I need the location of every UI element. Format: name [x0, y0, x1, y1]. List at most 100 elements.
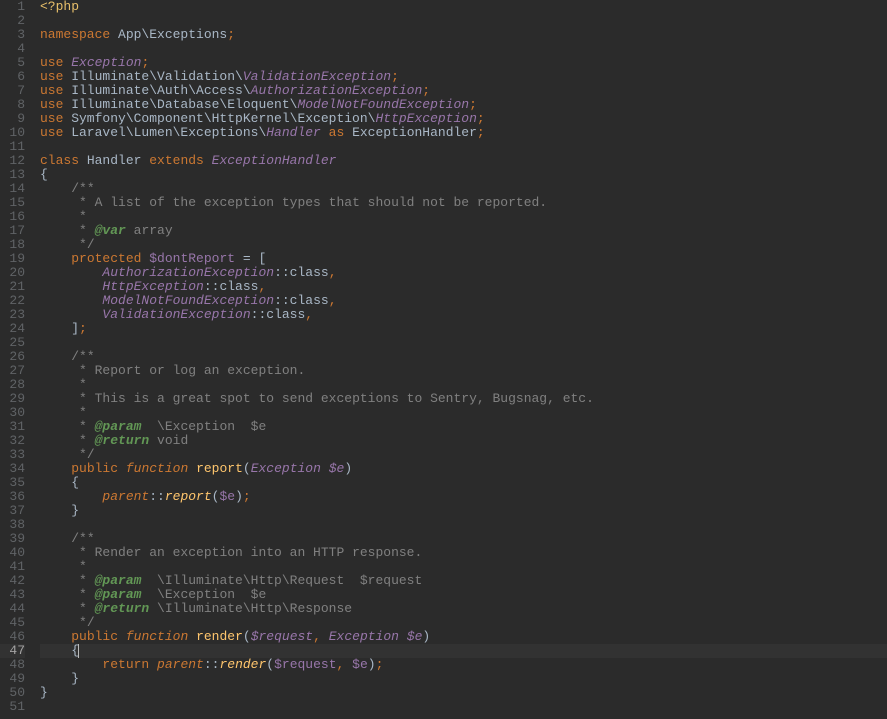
code-line[interactable]: }: [40, 504, 887, 518]
token: *: [71, 601, 94, 616]
code-line[interactable]: * @param \Exception $e: [40, 588, 887, 602]
code-line[interactable]: * Report or log an exception.: [40, 364, 887, 378]
token: [40, 475, 71, 490]
line-number: 17: [0, 224, 25, 238]
code-line[interactable]: * @return void: [40, 434, 887, 448]
code-line[interactable]: use Symfony\Component\HttpKernel\Excepti…: [40, 112, 887, 126]
code-line[interactable]: <?php: [40, 0, 887, 14]
code-line[interactable]: [40, 700, 887, 714]
token: [40, 573, 71, 588]
token: [188, 629, 196, 644]
token: [40, 643, 71, 658]
token: return: [102, 657, 149, 672]
code-line[interactable]: parent::report($e);: [40, 490, 887, 504]
code-line[interactable]: use Illuminate\Database\Eloquent\ModelNo…: [40, 98, 887, 112]
token: class: [290, 293, 329, 308]
token: ;: [477, 125, 485, 140]
token: Illuminate\Validation\: [63, 69, 242, 84]
line-number: 12: [0, 154, 25, 168]
token: use: [40, 83, 63, 98]
code-line[interactable]: [40, 336, 887, 350]
code-line[interactable]: {: [40, 644, 887, 658]
token: [40, 657, 102, 672]
code-line[interactable]: public function report(Exception $e): [40, 462, 887, 476]
token: [321, 461, 329, 476]
token: ,: [329, 293, 337, 308]
code-line[interactable]: * This is a great spot to send exception…: [40, 392, 887, 406]
code-line[interactable]: */: [40, 238, 887, 252]
line-number: 7: [0, 84, 25, 98]
code-line[interactable]: use Illuminate\Auth\Access\Authorization…: [40, 84, 887, 98]
line-number: 35: [0, 476, 25, 490]
code-line[interactable]: * @param \Exception $e: [40, 420, 887, 434]
code-line[interactable]: }: [40, 686, 887, 700]
code-line[interactable]: [40, 518, 887, 532]
line-number: 10: [0, 126, 25, 140]
code-line[interactable]: /**: [40, 350, 887, 364]
code-line[interactable]: namespace App\Exceptions;: [40, 28, 887, 42]
code-line[interactable]: [40, 42, 887, 56]
token: [40, 615, 71, 630]
code-line[interactable]: return parent::render($request, $e);: [40, 658, 887, 672]
code-line[interactable]: {: [40, 476, 887, 490]
code-line[interactable]: /**: [40, 182, 887, 196]
token: \Exception $e: [141, 587, 266, 602]
token: $request: [274, 657, 336, 672]
code-line[interactable]: *: [40, 210, 887, 224]
line-number: 11: [0, 140, 25, 154]
code-line[interactable]: class Handler extends ExceptionHandler: [40, 154, 887, 168]
token: @param: [95, 587, 142, 602]
token: *: [71, 559, 87, 574]
token: ::: [251, 307, 267, 322]
code-line[interactable]: ValidationException::class,: [40, 308, 887, 322]
token: $e: [219, 489, 235, 504]
token: report: [196, 461, 243, 476]
code-line[interactable]: *: [40, 406, 887, 420]
line-number: 49: [0, 672, 25, 686]
token: $e: [352, 657, 368, 672]
token: {: [71, 475, 79, 490]
token: [40, 461, 71, 476]
code-line[interactable]: AuthorizationException::class,: [40, 266, 887, 280]
token: ValidationException: [102, 307, 250, 322]
line-number: 1: [0, 0, 25, 14]
code-line[interactable]: * A list of the exception types that sho…: [40, 196, 887, 210]
token: array: [126, 223, 173, 238]
code-line[interactable]: {: [40, 168, 887, 182]
code-line[interactable]: *: [40, 378, 887, 392]
code-editor[interactable]: 1234567891011121314151617181920212223242…: [0, 0, 887, 719]
token: [40, 629, 71, 644]
code-line[interactable]: [40, 140, 887, 154]
code-line[interactable]: */: [40, 448, 887, 462]
code-line[interactable]: * @param \Illuminate\Http\Request $reque…: [40, 574, 887, 588]
code-line[interactable]: [40, 14, 887, 28]
code-line[interactable]: protected $dontReport = [: [40, 252, 887, 266]
code-line[interactable]: use Exception;: [40, 56, 887, 70]
token: Illuminate\Database\Eloquent\: [63, 97, 297, 112]
code-line[interactable]: ];: [40, 322, 887, 336]
token: public: [71, 461, 118, 476]
code-line[interactable]: /**: [40, 532, 887, 546]
token: use: [40, 125, 63, 140]
line-number: 26: [0, 350, 25, 364]
token: [40, 293, 102, 308]
code-line[interactable]: * Render an exception into an HTTP respo…: [40, 546, 887, 560]
code-line[interactable]: ModelNotFoundException::class,: [40, 294, 887, 308]
code-line[interactable]: * @var array: [40, 224, 887, 238]
code-line[interactable]: use Illuminate\Validation\ValidationExce…: [40, 70, 887, 84]
code-line[interactable]: public function render($request, Excepti…: [40, 630, 887, 644]
code-line[interactable]: HttpException::class,: [40, 280, 887, 294]
code-line[interactable]: * @return \Illuminate\Http\Response: [40, 602, 887, 616]
line-number: 6: [0, 70, 25, 84]
code-area[interactable]: <?php namespace App\Exceptions; use Exce…: [33, 0, 887, 719]
line-number: 18: [0, 238, 25, 252]
code-line[interactable]: use Laravel\Lumen\Exceptions\Handler as …: [40, 126, 887, 140]
token: HttpException: [375, 111, 476, 126]
code-line[interactable]: }: [40, 672, 887, 686]
token: [: [259, 251, 267, 266]
code-line[interactable]: *: [40, 560, 887, 574]
line-number: 32: [0, 434, 25, 448]
code-line[interactable]: */: [40, 616, 887, 630]
token: App\Exceptions: [110, 27, 227, 42]
token: use: [40, 55, 63, 70]
